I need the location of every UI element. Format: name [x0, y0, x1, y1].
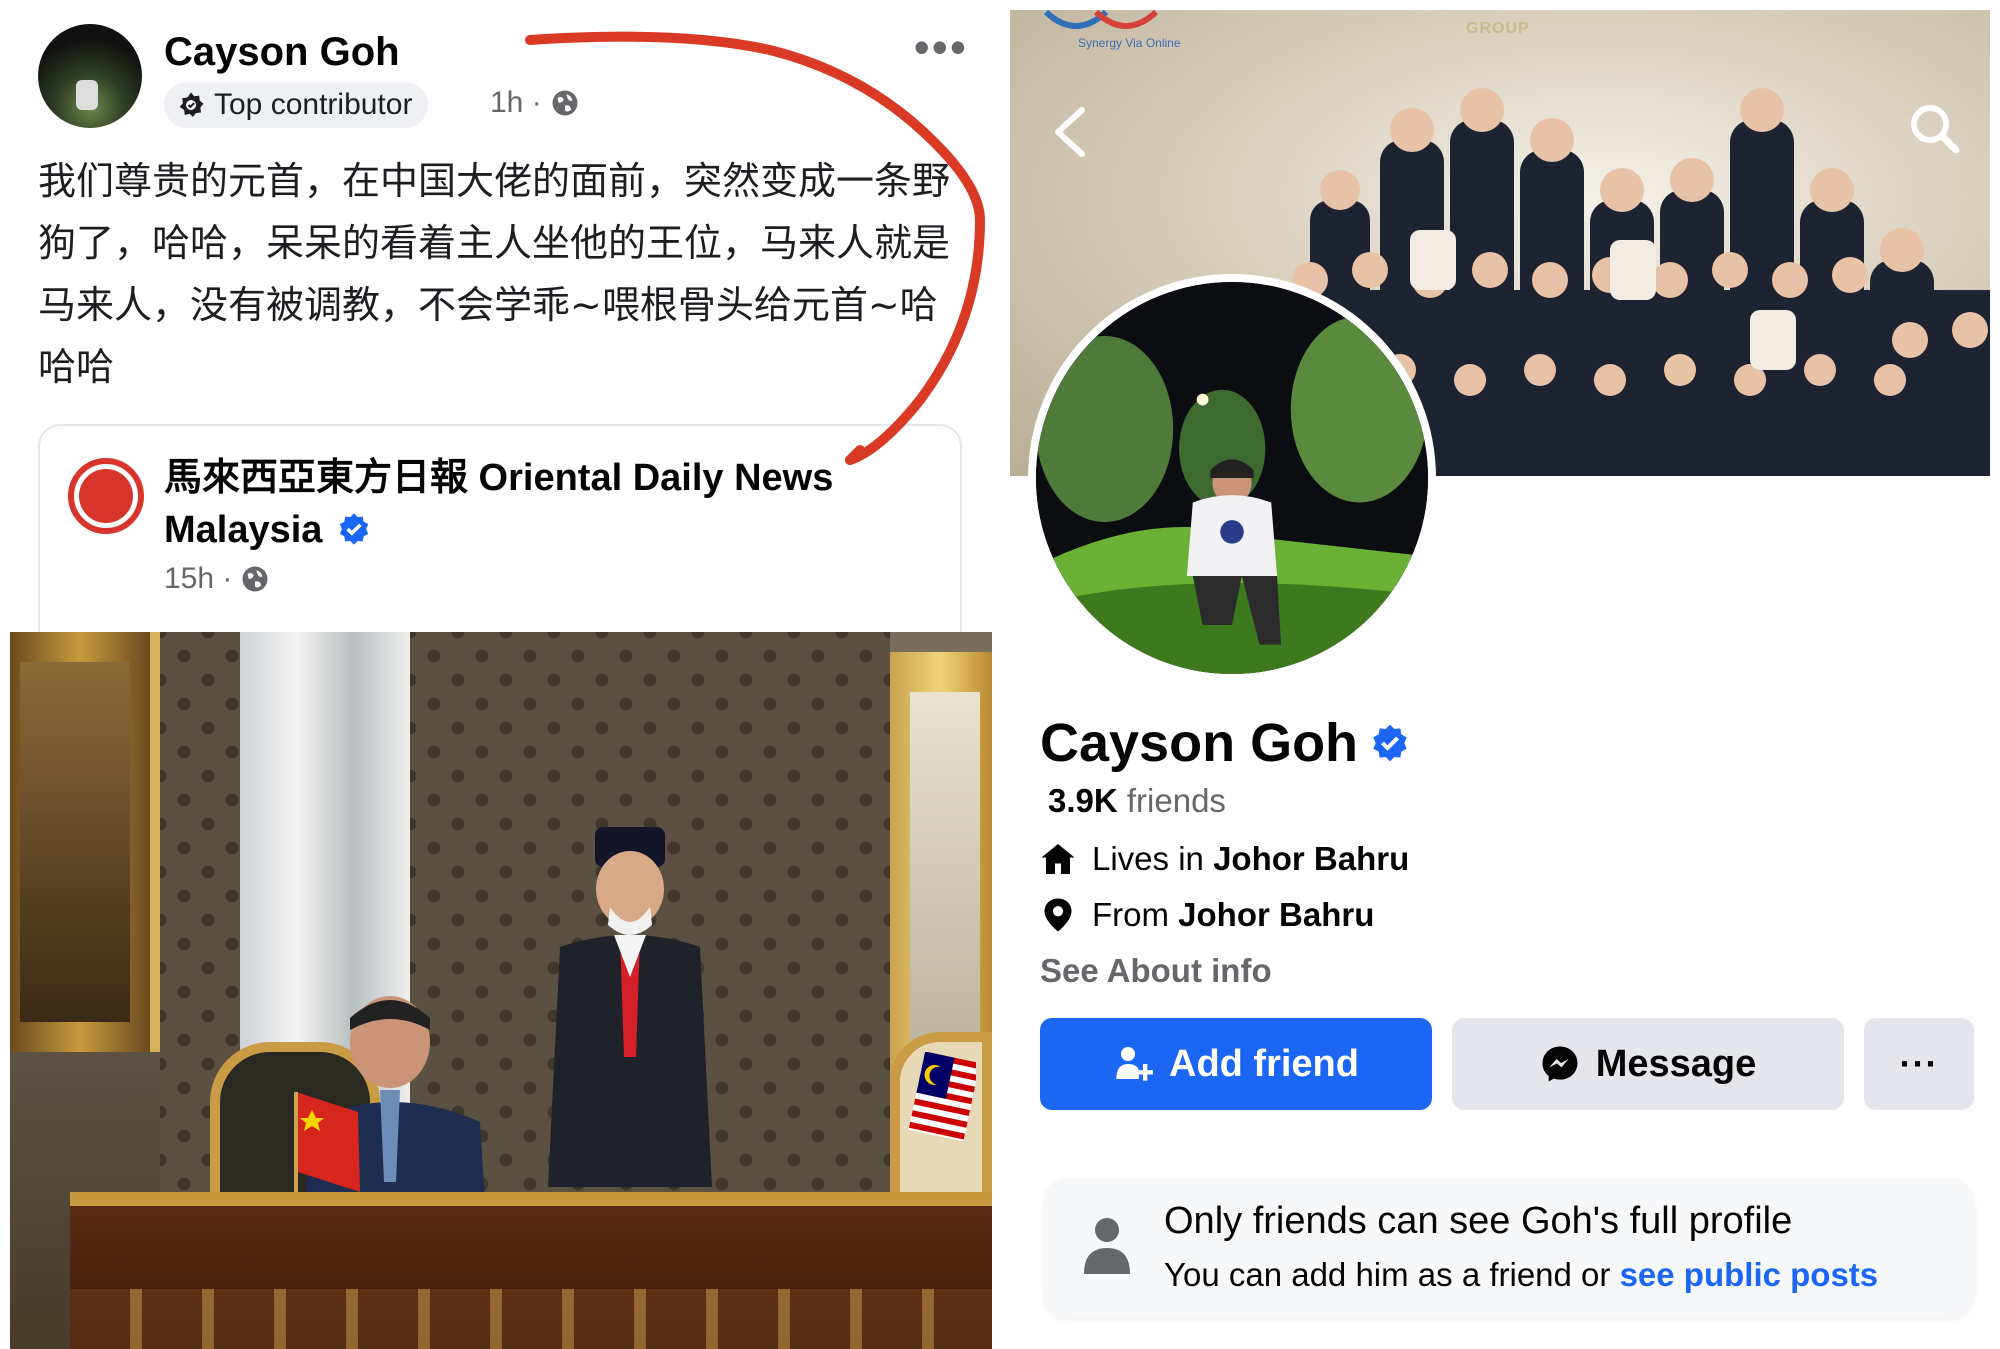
post-time[interactable]: 1h ·	[490, 86, 542, 120]
verified-icon	[339, 513, 369, 545]
restricted-profile-card: Only friends can see Goh's full profile …	[1044, 1178, 1974, 1318]
photo-standing-man	[548, 827, 712, 1187]
restricted-profile-subtitle: You can add him as a friend or see publi…	[1164, 1256, 1878, 1294]
post-text: 我们尊贵的元首，在中国大佬的面前，突然变成一条野狗了，哈哈，呆呆的看着主人坐他的…	[38, 159, 951, 389]
add-friend-button[interactable]: Add friend	[1040, 1018, 1432, 1110]
lives-in-city: Johor Bahru	[1213, 840, 1410, 877]
shared-news-photo[interactable]	[10, 632, 992, 1349]
photo-portrait-frame-left	[10, 632, 160, 1052]
shared-post-card[interactable]: 馬來西亞東方日報 Oriental Daily News Malaysia 15…	[38, 424, 962, 664]
profile-name: Cayson Goh	[1040, 712, 1410, 774]
oriental-daily-logo-mark	[79, 469, 133, 523]
profile-avatar-photo	[1036, 282, 1428, 674]
restricted-profile-sub-prefix: You can add him as a friend or	[1164, 1256, 1620, 1293]
add-friend-label: Add friend	[1169, 1042, 1359, 1085]
photo-malaysia-flag	[908, 1052, 976, 1142]
verified-icon	[1373, 724, 1407, 762]
top-contributor-badge: Top contributor	[164, 82, 429, 128]
profile-avatar[interactable]	[1028, 274, 1436, 682]
message-button[interactable]: Message	[1452, 1018, 1844, 1110]
globe-icon	[552, 90, 578, 116]
post-author-name[interactable]: Cayson Goh	[164, 30, 400, 75]
shared-post-time[interactable]: 15h ·	[164, 562, 232, 596]
lives-in-row: Lives in Johor Bahru	[1040, 840, 1409, 878]
profile-name-text: Cayson Goh	[1040, 713, 1359, 773]
restricted-profile-title: Only friends can see Goh's full profile	[1164, 1200, 1793, 1242]
profile-more-options-button[interactable]: ···	[1864, 1018, 1974, 1110]
post-author-avatar[interactable]	[38, 24, 142, 128]
shared-source-name[interactable]: 馬來西亞東方日報 Oriental Daily News Malaysia	[164, 452, 924, 556]
from-city: Johor Bahru	[1178, 896, 1375, 933]
location-pin-icon	[1044, 898, 1072, 932]
friends-count: 3.9K	[1048, 782, 1118, 819]
from-text: From Johor Bahru	[1092, 896, 1374, 934]
see-public-posts-link[interactable]: see public posts	[1620, 1256, 1879, 1293]
friends-label: friends	[1117, 782, 1226, 819]
profile-screenshot-panel: Synergy Via Online GROUP Cayson Goh 3.9K…	[1000, 0, 2000, 1349]
from-row: From Johor Bahru	[1040, 896, 1374, 934]
add-friend-icon	[1116, 1047, 1153, 1081]
person-icon	[1084, 1218, 1130, 1274]
shared-post-meta: 15h ·	[164, 562, 270, 596]
post-more-options-button[interactable]: •••	[914, 24, 968, 70]
lives-in-prefix: Lives in	[1092, 840, 1214, 877]
from-prefix: From	[1092, 896, 1179, 933]
cover-group-text: GROUP	[1466, 20, 1530, 37]
post-meta: 1h ·	[490, 86, 580, 120]
search-icon[interactable]	[1906, 100, 1962, 156]
home-icon	[1041, 844, 1075, 874]
back-arrow-icon[interactable]	[1048, 106, 1092, 158]
photo-desk	[70, 1192, 992, 1349]
see-about-info-link[interactable]: See About info	[1040, 952, 1272, 990]
cover-logo-text: Synergy Via Online	[1078, 36, 1181, 50]
top-contributor-label: Top contributor	[214, 88, 413, 121]
globe-icon	[242, 566, 268, 592]
oriental-daily-logo[interactable]	[68, 458, 144, 534]
shared-source-name-text: 馬來西亞東方日報 Oriental Daily News Malaysia	[164, 457, 834, 551]
lives-in-text: Lives in Johor Bahru	[1092, 840, 1409, 878]
message-label: Message	[1595, 1042, 1757, 1085]
friends-count-line[interactable]: 3.9K friends	[1048, 782, 1226, 820]
contributor-icon	[179, 92, 204, 117]
post-header: Cayson Goh Top contributor 1h · •••	[38, 24, 978, 134]
messenger-icon	[1542, 1046, 1578, 1082]
post-screenshot-panel: Cayson Goh Top contributor 1h · ••• 我们尊贵…	[0, 0, 1000, 1349]
